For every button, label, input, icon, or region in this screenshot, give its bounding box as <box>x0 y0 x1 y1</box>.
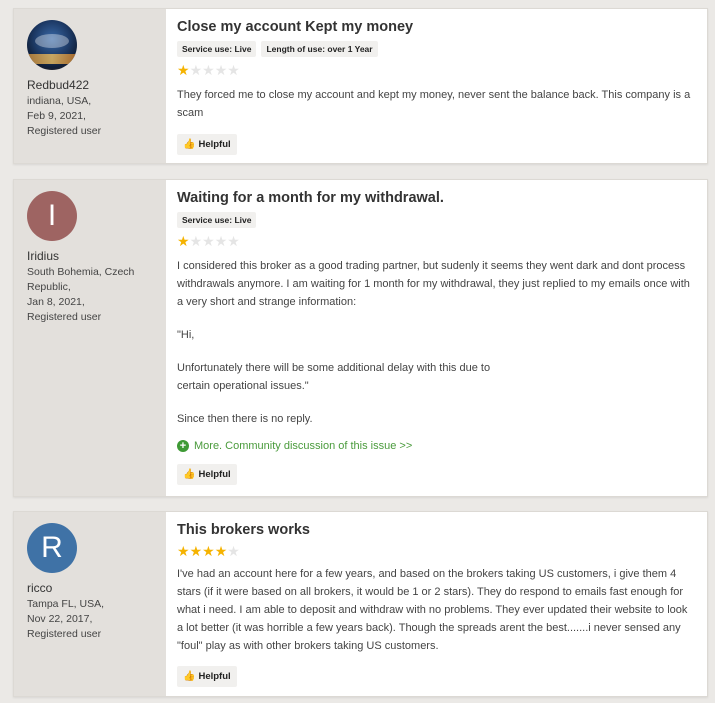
thumbs-up-icon: 👍 <box>183 671 196 682</box>
star-filled-icon: ★ <box>177 233 190 249</box>
review-date: Jan 8, 2021, <box>27 296 85 308</box>
reviewer-name: Redbud422 <box>27 78 90 92</box>
review-content: Waiting for a month for my withdrawal. S… <box>166 180 707 496</box>
review-title: Waiting for a month for my withdrawal. <box>177 190 444 206</box>
helpful-label: Helpful <box>198 671 231 682</box>
reviewer-name: ricco <box>27 581 53 595</box>
user-status: Registered user <box>27 628 102 640</box>
helpful-button[interactable]: 👍 Helpful <box>177 464 237 485</box>
avatar[interactable] <box>27 20 77 70</box>
helpful-label: Helpful <box>198 139 231 150</box>
star-empty-icon: ★ <box>227 543 240 559</box>
helpful-label: Helpful <box>198 469 231 480</box>
service-use-tag: Service use: Live <box>177 212 257 228</box>
star-empty-icon: ★ <box>202 62 215 78</box>
review-card: I Iridius South Bohemia, Czech Republic,… <box>13 179 708 497</box>
helpful-button[interactable]: 👍 Helpful <box>177 134 237 155</box>
review-content: Close my account Kept my money Service u… <box>166 9 707 163</box>
review-body: I considered this broker as a good tradi… <box>177 257 695 428</box>
review-paragraph: Unfortunately there will be some additio… <box>177 362 491 374</box>
thumbs-up-icon: 👍 <box>183 469 196 480</box>
more-link-label: More. Community discussion of this issue… <box>194 440 413 452</box>
review-content: This brokers works ★★★★★ I've had an acc… <box>166 512 707 696</box>
review-paragraph: "Hi, <box>177 329 195 341</box>
star-filled-icon: ★ <box>202 543 215 559</box>
plus-circle-icon: + <box>177 440 189 452</box>
star-rating: ★★★★★ <box>177 544 695 558</box>
review-date: Nov 22, 2017, <box>27 613 93 625</box>
reviewer-panel: Redbud422 indiana, USA, Feb 9, 2021, Reg… <box>14 9 166 163</box>
star-empty-icon: ★ <box>214 62 228 78</box>
reviewer-panel: R ricco Tampa FL, USA, Nov 22, 2017, Reg… <box>14 512 166 696</box>
review-paragraph: certain operational issues." <box>177 380 309 392</box>
star-filled-icon: ★ <box>214 543 228 559</box>
community-discussion-link[interactable]: + More. Community discussion of this iss… <box>177 440 695 452</box>
review-body: I've had an account here for a few years… <box>177 565 695 655</box>
avatar[interactable]: I <box>27 191 77 241</box>
star-rating: ★★★★★ <box>177 63 695 77</box>
review-body: They forced me to close my account and k… <box>177 86 695 122</box>
user-status: Registered user <box>27 125 102 137</box>
star-filled-icon: ★ <box>177 62 190 78</box>
star-empty-icon: ★ <box>189 233 203 249</box>
user-status: Registered user <box>27 311 102 323</box>
length-of-use-tag: Length of use: over 1 Year <box>261 41 378 57</box>
star-empty-icon: ★ <box>214 233 228 249</box>
helpful-button[interactable]: 👍 Helpful <box>177 666 237 687</box>
star-rating: ★★★★★ <box>177 234 695 248</box>
review-paragraph: Since then there is no reply. <box>177 413 313 425</box>
review-title: Close my account Kept my money <box>177 19 414 35</box>
reviewer-name: Iridius <box>27 249 60 263</box>
review-paragraph: They forced me to close my account and k… <box>177 89 691 119</box>
review-tags: Service use: Live <box>177 212 695 228</box>
star-empty-icon: ★ <box>227 62 240 78</box>
review-paragraph: I considered this broker as a good tradi… <box>177 260 690 308</box>
thumbs-up-icon: 👍 <box>183 139 196 150</box>
star-empty-icon: ★ <box>189 62 203 78</box>
star-filled-icon: ★ <box>177 543 190 559</box>
review-tags: Service use: Live Length of use: over 1 … <box>177 41 695 57</box>
review-card: Redbud422 indiana, USA, Feb 9, 2021, Reg… <box>13 8 708 164</box>
avatar-initial: R <box>41 531 63 564</box>
reviewer-location: South Bohemia, Czech Republic, <box>27 266 135 293</box>
star-empty-icon: ★ <box>227 233 240 249</box>
reviewer-location: Tampa FL, USA, <box>27 598 105 610</box>
reviewer-location: indiana, USA, <box>27 95 92 107</box>
review-date: Feb 9, 2021, <box>27 110 86 122</box>
review-paragraph: I've had an account here for a few years… <box>177 568 688 652</box>
service-use-tag: Service use: Live <box>177 41 257 57</box>
star-filled-icon: ★ <box>189 543 203 559</box>
reviewer-panel: I Iridius South Bohemia, Czech Republic,… <box>14 180 166 496</box>
review-title: This brokers works <box>177 522 310 538</box>
star-empty-icon: ★ <box>202 233 215 249</box>
avatar[interactable]: R <box>27 523 77 573</box>
review-card: R ricco Tampa FL, USA, Nov 22, 2017, Reg… <box>13 511 708 697</box>
avatar-initial: I <box>47 199 57 232</box>
